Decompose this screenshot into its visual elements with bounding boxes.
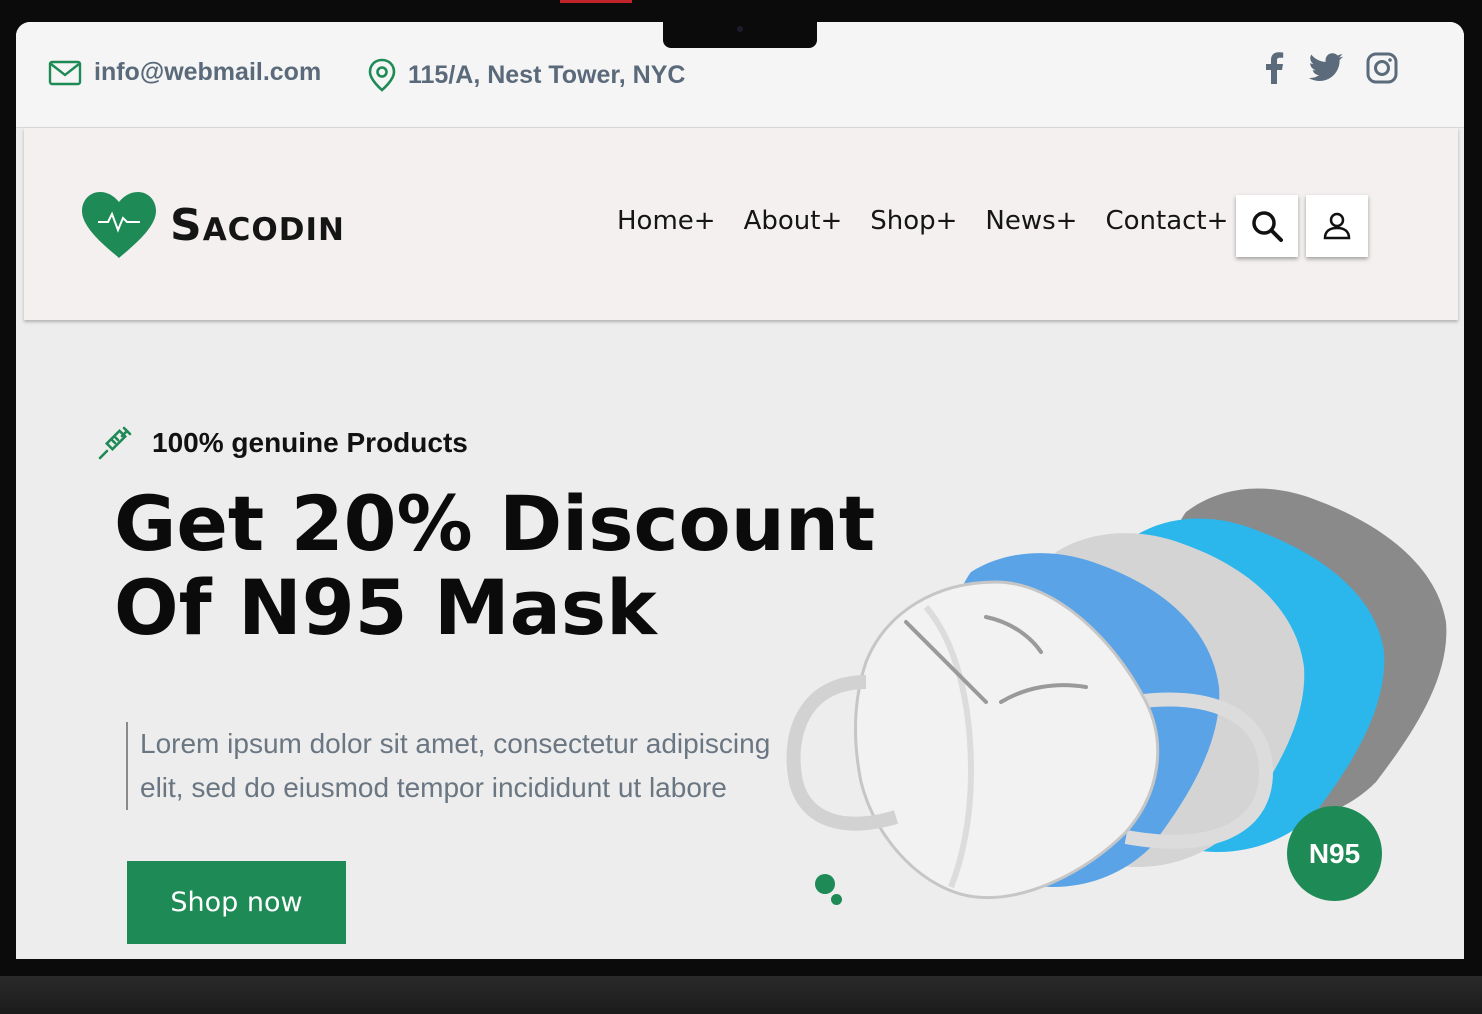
bezel-accent: [560, 0, 632, 3]
headline-line-2: Of N95 Mask: [114, 563, 657, 652]
decor-dot-small: [831, 894, 842, 905]
mail-icon: [48, 60, 82, 85]
hero-description: Lorem ipsum dolor sit amet, consectetur …: [126, 722, 780, 810]
shop-now-button[interactable]: Shop now: [127, 861, 346, 944]
user-icon: [1323, 212, 1351, 240]
tagline-text: 100% genuine Products: [152, 427, 468, 458]
site-header: Sacodin Home+ About+ Shop+ News+ Contact…: [24, 128, 1458, 320]
main-nav: Home+ About+ Shop+ News+ Contact+: [617, 206, 1228, 236]
laptop-base: [0, 976, 1482, 1014]
heart-pulse-logo-icon: [82, 192, 156, 258]
hero-tagline: 100% genuine Products: [98, 426, 468, 460]
address-contact[interactable]: 115/A, Nest Tower, NYC: [368, 58, 685, 92]
location-pin-icon: [368, 58, 396, 92]
laptop-frame: info@webmail.com 115/A, Nest Tower, NYC: [0, 0, 1482, 1014]
nav-item-home[interactable]: Home+: [617, 206, 716, 236]
facebook-icon[interactable]: [1262, 52, 1286, 84]
nav-item-shop[interactable]: Shop+: [870, 206, 957, 236]
account-button[interactable]: [1306, 195, 1368, 257]
n95-badge: N95: [1287, 806, 1382, 901]
site-logo[interactable]: Sacodin: [80, 190, 345, 260]
social-links: [1262, 52, 1398, 84]
browser-screen: info@webmail.com 115/A, Nest Tower, NYC: [16, 22, 1464, 959]
syringe-icon: [98, 426, 132, 460]
nav-item-about[interactable]: About+: [744, 206, 843, 236]
twitter-icon[interactable]: [1308, 53, 1344, 83]
nav-item-news[interactable]: News+: [985, 206, 1077, 236]
nav-item-contact[interactable]: Contact+: [1105, 206, 1228, 236]
address-text: 115/A, Nest Tower, NYC: [408, 60, 686, 89]
search-icon: [1252, 211, 1283, 242]
camera-notch: [663, 22, 817, 48]
search-button[interactable]: [1236, 195, 1298, 257]
hero-section: 100% genuine Products Get 20% Discount O…: [16, 322, 1464, 959]
camera-icon: [737, 26, 743, 32]
email-contact[interactable]: info@webmail.com: [48, 58, 321, 87]
instagram-icon[interactable]: [1366, 52, 1398, 84]
email-text: info@webmail.com: [94, 58, 322, 86]
logo-text: Sacodin: [170, 199, 345, 251]
decor-dot-large: [815, 874, 835, 894]
